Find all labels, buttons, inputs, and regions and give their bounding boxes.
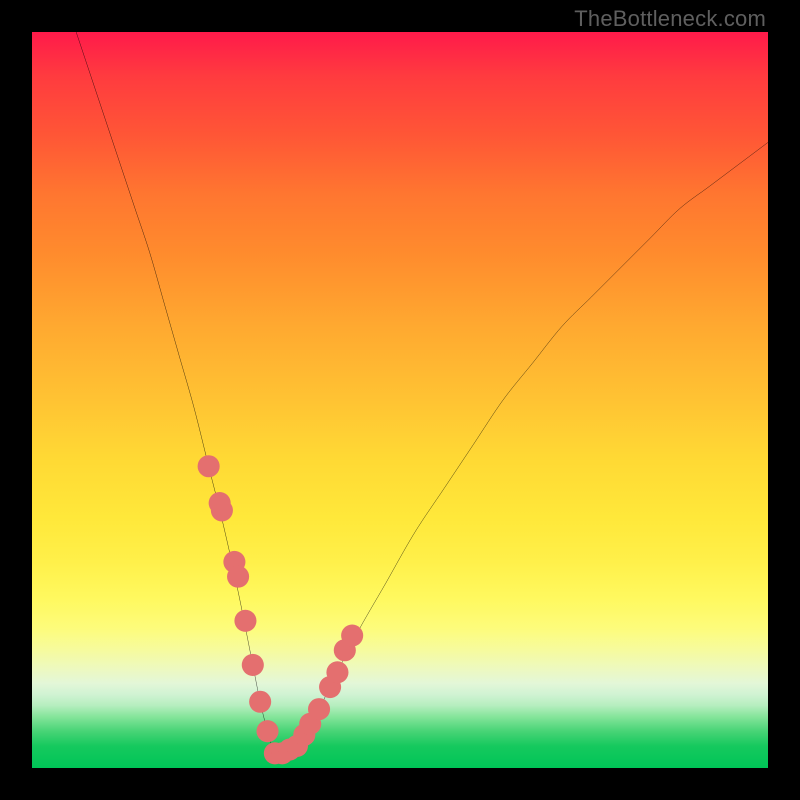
sample-point xyxy=(326,661,348,683)
plot-area xyxy=(32,32,768,768)
sample-point xyxy=(227,566,249,588)
chart-svg xyxy=(32,32,768,768)
sample-point xyxy=(198,455,220,477)
sample-point xyxy=(341,624,363,646)
sample-point xyxy=(234,610,256,632)
bottleneck-curve xyxy=(76,32,768,755)
watermark-text: TheBottleneck.com xyxy=(574,6,766,32)
sample-point xyxy=(308,698,330,720)
sample-point xyxy=(211,499,233,521)
sample-point xyxy=(256,720,278,742)
sample-points xyxy=(198,455,364,764)
sample-point xyxy=(242,654,264,676)
sample-point xyxy=(249,691,271,713)
chart-frame: TheBottleneck.com xyxy=(0,0,800,800)
